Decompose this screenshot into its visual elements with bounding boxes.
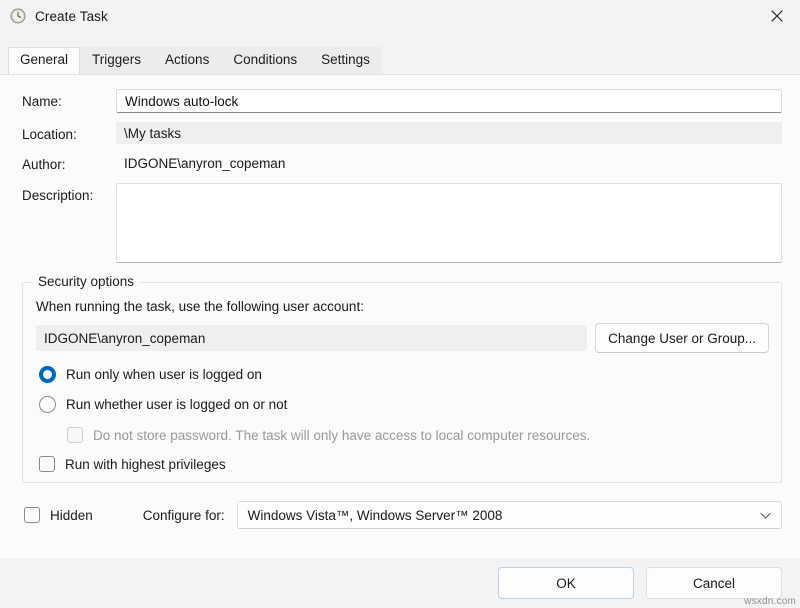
tab-general[interactable]: General	[8, 47, 81, 74]
option-run-whether-logged-on-or-not[interactable]: Run whether user is logged on or not	[36, 396, 769, 413]
title-bar: Create Task	[0, 0, 800, 32]
security-options-group: Security options When running the task, …	[22, 274, 782, 483]
name-input[interactable]: Windows auto-lock	[116, 89, 782, 113]
security-options-title: Security options	[33, 274, 140, 289]
cancel-button[interactable]: Cancel	[646, 567, 782, 599]
description-label: Description:	[22, 188, 94, 203]
location-label: Location:	[22, 127, 77, 142]
tab-settings[interactable]: Settings	[309, 47, 382, 74]
author-label: Author:	[22, 157, 66, 172]
location-value: \My tasks	[116, 122, 782, 144]
name-row: Name: Windows auto-lock	[22, 89, 782, 113]
checkbox-do-not-store-password	[67, 427, 83, 443]
radio-run-whether-logged-on-or-not[interactable]	[39, 396, 56, 413]
tab-strip: General Triggers Actions Conditions Sett…	[0, 46, 800, 74]
chevron-down-icon	[760, 508, 771, 523]
change-user-or-group-button[interactable]: Change User or Group...	[595, 323, 769, 353]
configure-for-select[interactable]: Windows Vista™, Windows Server™ 2008	[236, 501, 782, 529]
author-row: Author: IDGONE\anyron_copeman	[22, 152, 782, 174]
clock-task-icon	[10, 8, 26, 24]
option-label: Run whether user is logged on or not	[66, 397, 288, 412]
hidden-label: Hidden	[50, 507, 93, 523]
close-icon[interactable]	[754, 0, 800, 32]
window-title: Create Task	[35, 8, 108, 24]
watermark: wsxdn.com	[744, 596, 796, 607]
option-run-only-when-logged-on[interactable]: Run only when user is logged on	[36, 366, 769, 383]
option-label: Run only when user is logged on	[66, 367, 262, 382]
hidden-option[interactable]: Hidden	[24, 507, 93, 523]
general-form: Name: Windows auto-lock Location: \My ta…	[0, 75, 800, 263]
configure-for-label: Configure for:	[142, 507, 225, 523]
radio-run-only-when-logged-on[interactable]	[39, 366, 56, 383]
location-row: Location: \My tasks	[22, 122, 782, 144]
general-tab-panel: Name: Windows auto-lock Location: \My ta…	[0, 74, 800, 586]
account-value: IDGONE\anyron_copeman	[36, 325, 588, 351]
description-row: Description:	[22, 183, 782, 263]
tab-actions[interactable]: Actions	[153, 47, 222, 74]
configure-for-value: Windows Vista™, Windows Server™ 2008	[247, 507, 503, 523]
bottom-options-row: Hidden Configure for: Windows Vista™, Wi…	[24, 501, 782, 529]
option-label: Do not store password. The task will onl…	[93, 427, 591, 443]
author-value: IDGONE\anyron_copeman	[124, 155, 286, 171]
option-do-not-store-password: Do not store password. The task will onl…	[36, 427, 769, 443]
account-row: IDGONE\anyron_copeman Change User or Gro…	[36, 323, 769, 353]
checkbox-hidden[interactable]	[24, 507, 40, 523]
account-prompt: When running the task, use the following…	[36, 299, 364, 314]
security-options-body: When running the task, use the following…	[23, 283, 781, 472]
checkbox-run-with-highest-privileges[interactable]	[39, 456, 55, 472]
option-label: Run with highest privileges	[65, 456, 226, 472]
option-run-with-highest-privileges[interactable]: Run with highest privileges	[36, 456, 769, 472]
name-label: Name:	[22, 94, 62, 109]
ok-button[interactable]: OK	[498, 567, 634, 599]
tab-triggers[interactable]: Triggers	[80, 47, 154, 74]
description-input[interactable]	[116, 183, 782, 263]
dialog-footer: OK Cancel	[0, 558, 800, 608]
tab-conditions[interactable]: Conditions	[221, 47, 310, 74]
